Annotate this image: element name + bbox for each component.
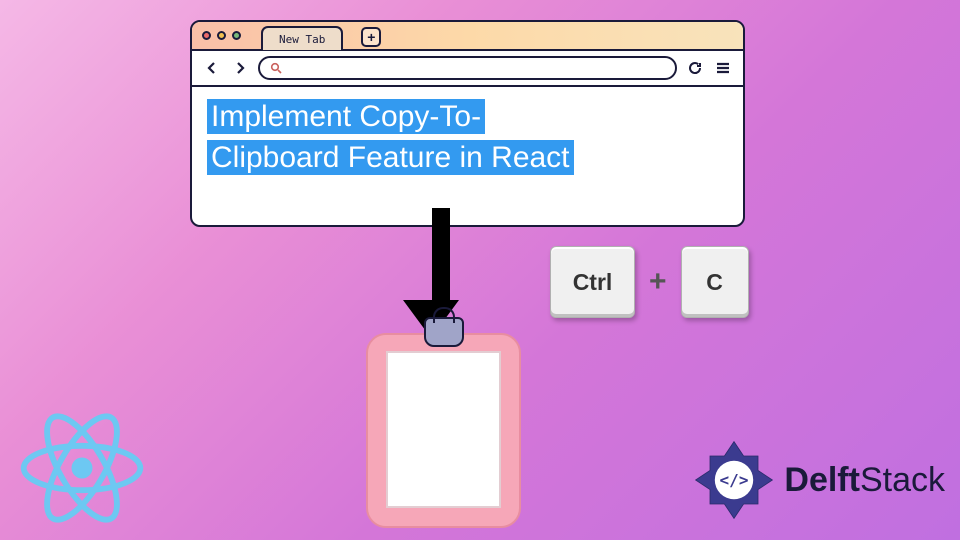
- minimize-dot[interactable]: [217, 31, 226, 40]
- react-logo-icon: [12, 398, 152, 538]
- key-label: Ctrl: [573, 269, 613, 296]
- page-content: Implement Copy-To- Clipboard Feature in …: [192, 87, 743, 188]
- back-button[interactable]: [202, 58, 222, 78]
- tab-bar: New Tab +: [192, 22, 743, 51]
- toolbar: [192, 51, 743, 87]
- maximize-dot[interactable]: [232, 31, 241, 40]
- clipboard-clip: [424, 317, 464, 347]
- hamburger-icon: [715, 60, 731, 76]
- search-icon: [270, 62, 282, 74]
- keyboard-shortcut: Ctrl + C: [550, 246, 749, 318]
- window-controls: [202, 31, 241, 40]
- delftstack-badge-icon: </>: [694, 440, 774, 520]
- tab-label: New Tab: [279, 33, 325, 46]
- refresh-icon: [687, 60, 703, 76]
- plus-separator: +: [649, 265, 667, 299]
- selected-text-line1: Implement Copy-To-: [207, 99, 485, 134]
- delftstack-brand: </> DelftStack: [694, 440, 945, 520]
- menu-button[interactable]: [713, 58, 733, 78]
- url-bar[interactable]: [258, 56, 677, 80]
- brand-bold: Delft: [784, 461, 860, 499]
- plus-icon: +: [367, 29, 375, 45]
- close-dot[interactable]: [202, 31, 211, 40]
- chevron-left-icon: [205, 61, 219, 75]
- forward-button[interactable]: [230, 58, 250, 78]
- ctrl-key: Ctrl: [550, 246, 635, 318]
- key-label: C: [706, 269, 723, 296]
- refresh-button[interactable]: [685, 58, 705, 78]
- svg-text:</>: </>: [720, 471, 749, 490]
- brand-light: Stack: [860, 461, 945, 499]
- browser-window: New Tab + Implement Copy-To- Clipboard F…: [190, 20, 745, 227]
- chevron-right-icon: [233, 61, 247, 75]
- tab[interactable]: New Tab: [261, 26, 343, 50]
- clipboard-icon: [366, 333, 521, 528]
- selected-text-line2: Clipboard Feature in React: [207, 140, 574, 175]
- delftstack-text: DelftStack: [784, 461, 945, 500]
- new-tab-button[interactable]: +: [361, 27, 381, 47]
- clipboard-paper: [386, 351, 501, 508]
- c-key: C: [681, 246, 749, 318]
